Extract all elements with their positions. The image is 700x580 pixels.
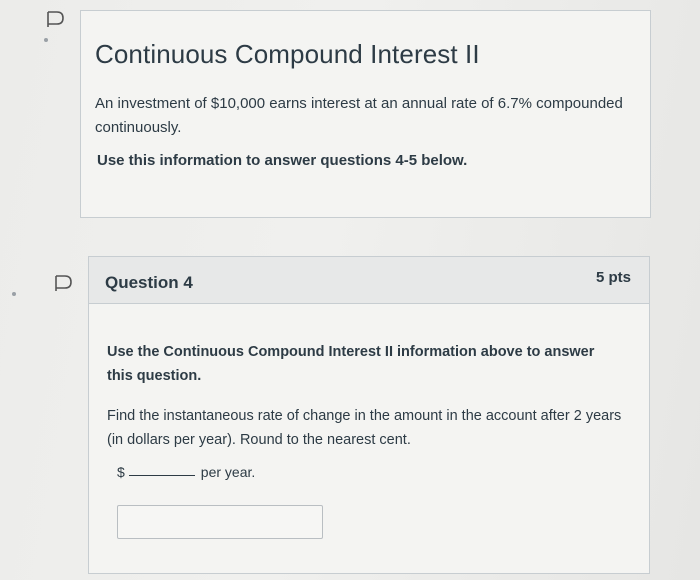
- decorative-dot: [44, 38, 48, 42]
- question-body: Use the Continuous Compound Interest II …: [89, 304, 649, 480]
- answer-line: $ per year.: [117, 464, 631, 480]
- flag-icon[interactable]: [44, 8, 66, 30]
- answer-suffix: per year.: [200, 464, 256, 480]
- question-points: 5 pts: [595, 269, 631, 286]
- question-reference: Use the Continuous Compound Interest II …: [107, 344, 595, 384]
- intro-instructions: Use this information to answer questions…: [97, 152, 468, 169]
- question-name: Question 4: [105, 273, 193, 292]
- answer-input[interactable]: [117, 505, 323, 539]
- intro-text: An investment of $10,000 earns interest …: [95, 95, 623, 136]
- flag-icon-graphic: [47, 11, 64, 27]
- intro-title: Continuous Compound Interest II: [95, 39, 480, 69]
- answer-prefix: $: [117, 464, 125, 480]
- flag-question-icon[interactable]: [52, 272, 74, 294]
- question-prompt: Find the instantaneous rate of change in…: [107, 408, 622, 448]
- flag-question-icon-graphic: [55, 275, 72, 291]
- question-card: Question 4 5 pts Use the Continuous Comp…: [88, 256, 650, 574]
- answer-blank: [128, 474, 195, 476]
- decorative-dot: [12, 292, 16, 296]
- question-header: Question 4 5 pts: [89, 257, 649, 304]
- intro-card: Continuous Compound Interest II An inves…: [80, 10, 651, 218]
